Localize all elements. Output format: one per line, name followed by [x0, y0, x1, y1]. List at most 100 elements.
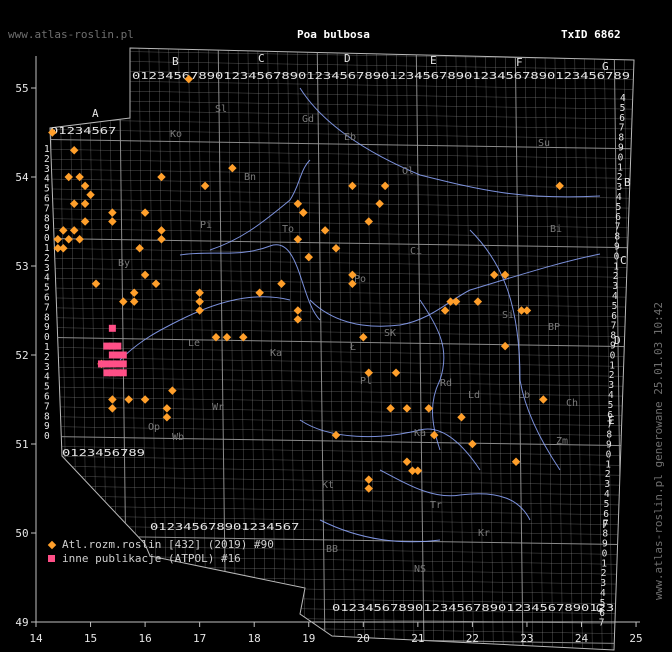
- grid-line: [50, 623, 634, 635]
- grid-line: [50, 643, 634, 650]
- region-label: Su: [538, 138, 550, 149]
- atlas-point: [157, 172, 166, 182]
- grid-line: [50, 386, 634, 397]
- region-label: Bn: [244, 172, 256, 183]
- grid-line: [50, 376, 634, 387]
- grid-line: [494, 48, 504, 650]
- atlas-point: [75, 235, 84, 244]
- region-label: Ko: [170, 129, 182, 140]
- x-tick-label: 22: [466, 632, 479, 645]
- x-tick-label: 25: [629, 632, 642, 645]
- atlas-point: [500, 341, 510, 351]
- atlas-point: [80, 181, 90, 191]
- grid-line: [50, 148, 634, 160]
- atlas-point: [59, 226, 68, 235]
- grid-line: [287, 48, 296, 650]
- grid-line: [50, 485, 634, 496]
- legend-label-atpol: inne publikacje (ATPOL) #16: [62, 552, 241, 565]
- grid-line: [465, 48, 474, 650]
- region-label: Ch: [566, 398, 578, 409]
- atpol-point: [108, 324, 116, 332]
- grid-line: [504, 48, 514, 650]
- grid-line: [50, 465, 634, 476]
- atlas-point: [364, 217, 373, 226]
- generated-note: www.atlas-roslin.pl generowane 25.01.03 …: [652, 301, 665, 600]
- region-label: Kr: [478, 528, 490, 539]
- atlas-point: [200, 181, 210, 191]
- x-tick-label: 17: [193, 632, 206, 645]
- atlas-point: [391, 368, 401, 378]
- region-label: Sl: [215, 104, 227, 115]
- atlas-point: [75, 172, 84, 182]
- right-row-digit: 7: [599, 618, 605, 629]
- legend: Atl.rozm.roslin [432] (2019) #90 inne pu…: [47, 538, 274, 566]
- left-bottom-digit-row: 0123456789: [62, 448, 145, 459]
- atpol-point: [108, 342, 116, 350]
- grid-line: [435, 48, 445, 650]
- grid-line: [336, 48, 346, 650]
- top-digit-row: 0123456789012345678901234567890123456789…: [132, 71, 630, 82]
- y-tick-label: 52: [15, 349, 28, 362]
- region-label: Ka: [270, 348, 282, 359]
- legend-item-atlas: Atl.rozm.roslin [432] (2019) #90: [47, 538, 274, 552]
- bottom-digit-row-left: 012345678901234567: [150, 522, 299, 533]
- y-tick-label: 55: [15, 82, 28, 95]
- grid-line: [50, 178, 634, 189]
- atlas-point: [255, 288, 264, 297]
- atlas-point: [108, 395, 117, 404]
- region-label: Rd: [440, 378, 452, 389]
- atlas-point: [108, 217, 117, 226]
- atlas-point: [364, 475, 373, 484]
- grid-line: [316, 48, 326, 650]
- region-label: Zm: [556, 436, 568, 447]
- grid-line: [50, 475, 634, 486]
- atlas-point: [86, 190, 95, 200]
- grid-line: [554, 48, 563, 650]
- atlas-point: [162, 404, 172, 413]
- grid-line: [544, 48, 553, 650]
- region-label: Ka: [414, 428, 426, 439]
- a-digit-row: 01234567: [50, 126, 116, 137]
- atlas-point: [293, 199, 303, 208]
- region-label: Ł: [349, 342, 356, 353]
- y-tick-label: 53: [15, 260, 28, 273]
- region-label: Le: [188, 338, 200, 349]
- atlas-point: [413, 466, 423, 475]
- grid-line: [50, 138, 634, 150]
- x-tick-label: 18: [248, 632, 261, 645]
- atlas-point: [539, 395, 548, 404]
- left-row-digit: 0: [44, 431, 50, 442]
- region-label: Kt: [322, 480, 334, 491]
- grid-line: [50, 168, 634, 179]
- x-tick-label: 21: [411, 632, 424, 645]
- region-label: Wb: [172, 432, 184, 443]
- atlas-point: [53, 235, 63, 244]
- region-label: Tr: [430, 500, 442, 511]
- atlas-point: [129, 288, 139, 297]
- grid-line: [50, 495, 634, 506]
- grid-line: [50, 297, 634, 308]
- atlas-point: [364, 484, 373, 493]
- atlas-point: [168, 386, 177, 395]
- grid-line: [20, 30, 28, 650]
- grid-line: [445, 48, 454, 650]
- grid-line: [50, 158, 634, 170]
- atlas-point: [69, 199, 79, 208]
- legend-item-atpol: inne publikacje (ATPOL) #16: [48, 552, 274, 566]
- region-label: BB: [326, 544, 338, 555]
- atpol-point: [119, 360, 127, 368]
- grid-line: [623, 48, 633, 650]
- grid-line: [524, 48, 534, 650]
- grid-line: [50, 415, 634, 427]
- y-tick-label: 51: [15, 438, 28, 451]
- region-label: Pl: [360, 376, 372, 387]
- atlas-point: [195, 297, 204, 306]
- grid-line: [50, 277, 634, 288]
- column-letter: D: [344, 52, 351, 65]
- grid-line: [366, 48, 375, 650]
- atlas-point: [457, 413, 466, 422]
- grid-line: [50, 267, 634, 278]
- x-tick-label: 15: [84, 632, 97, 645]
- atlas-point: [402, 404, 412, 413]
- region-label: Ld: [468, 390, 480, 401]
